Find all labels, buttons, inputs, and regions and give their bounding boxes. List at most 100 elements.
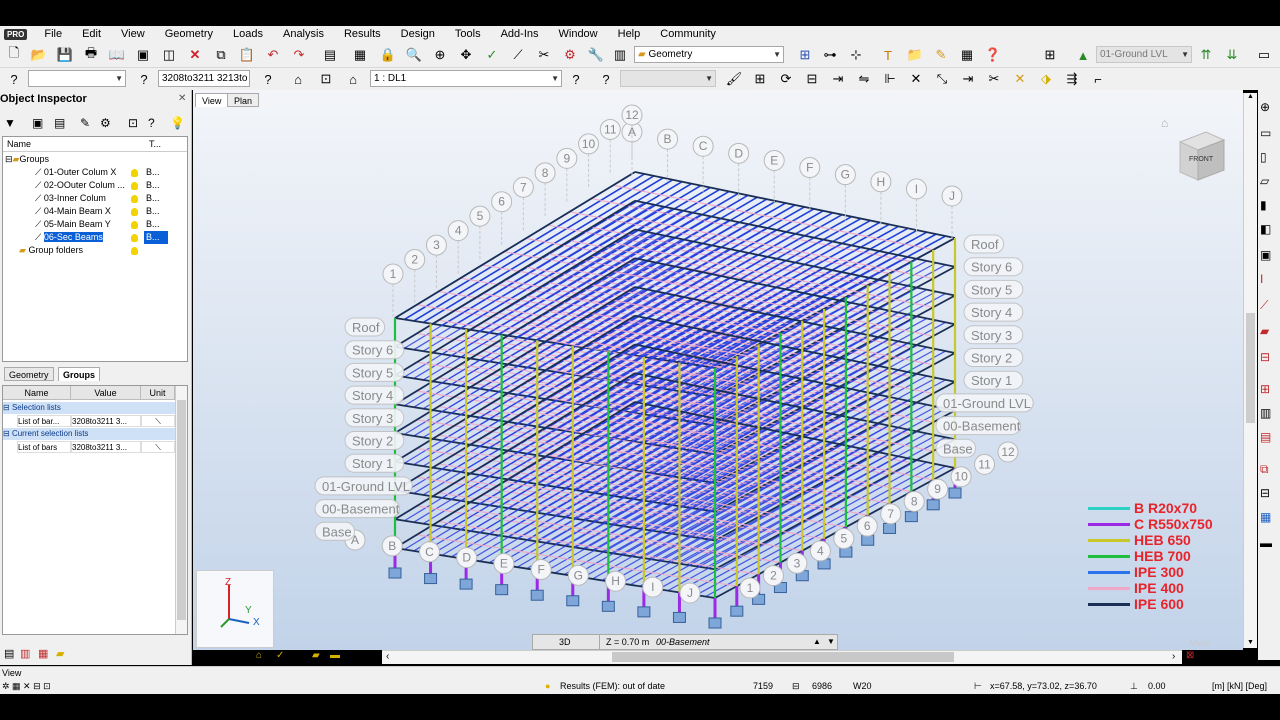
menu-analysis[interactable]: Analysis (274, 26, 335, 42)
section-palette-icon[interactable]: I (1260, 272, 1263, 286)
text-icon[interactable]: T (878, 45, 898, 65)
load-case-edit-icon[interactable]: ? (566, 69, 586, 89)
structure-view-icon[interactable]: ⊞ (795, 45, 815, 65)
query-icon[interactable]: ? (258, 69, 278, 89)
undo-icon[interactable]: ↶ (263, 45, 283, 65)
pan-icon[interactable]: ✥ (456, 45, 476, 65)
open-folder-icon[interactable]: 📂 (29, 45, 49, 65)
tab-groups[interactable]: Groups (58, 367, 101, 381)
node-tool-icon[interactable]: ⊞ (750, 69, 770, 89)
scroll-up-icon[interactable]: ▲ (1247, 93, 1254, 100)
translate-icon[interactable]: ⇥ (828, 69, 848, 89)
notes-icon[interactable]: ▰ (56, 647, 64, 660)
story-up-icon[interactable]: ⇈ (1196, 45, 1216, 65)
capture-icon[interactable]: ◫ (159, 45, 179, 65)
tree-group-item-selected[interactable]: ⟋ 06-Sec Beams (35, 231, 103, 244)
visibility-bulb-icon[interactable] (131, 208, 138, 216)
view-tool-icon[interactable]: ⊞ (366, 650, 374, 661)
menu-geometry[interactable]: Geometry (156, 26, 224, 42)
extend-icon[interactable]: ⇥ (958, 69, 978, 89)
group-folder-icon[interactable]: ▤ (54, 116, 65, 130)
menu-addins[interactable]: Add-Ins (492, 26, 550, 42)
scroll-thumb[interactable] (1246, 313, 1255, 423)
scroll-thumb[interactable] (612, 652, 954, 662)
viewport-vertical-scrollbar[interactable]: ▲ ▼ (1243, 93, 1257, 648)
level-combo[interactable]: 01-Ground LVL ▼ (1096, 46, 1192, 63)
story-icon[interactable]: ▲ (1073, 45, 1093, 65)
new-file-icon[interactable]: 🗋 (4, 45, 24, 65)
support-palette-icon[interactable]: ⊞ (1260, 382, 1270, 396)
menu-edit[interactable]: Edit (73, 26, 112, 42)
section-icon[interactable]: ✂ (534, 45, 554, 65)
zoom-icon[interactable]: 🔍 (404, 45, 424, 65)
paste-icon[interactable]: 📋 (237, 45, 257, 65)
copy-icon[interactable]: ⧉ (211, 45, 231, 65)
view-tool-icon[interactable]: ⌂ (256, 650, 262, 661)
tree-group-item[interactable]: ⟋ 05-Main Beam Y (35, 218, 111, 231)
scroll-thumb[interactable] (177, 400, 186, 620)
node-selection-combo[interactable]: ▼ (28, 70, 126, 87)
node-palette-icon[interactable]: ⊕ (1260, 100, 1270, 114)
home-icon[interactable]: ⌂ (288, 69, 308, 89)
load-pattern-icon[interactable]: ? (596, 69, 616, 89)
bar-list-icon[interactable]: ⟍ (141, 441, 175, 453)
offset-palette-icon[interactable]: ⊟ (1260, 350, 1270, 364)
wall-palette-icon[interactable]: ▣ (1260, 248, 1271, 262)
tab-plan[interactable]: Plan (227, 93, 260, 107)
menu-results[interactable]: Results (335, 26, 392, 42)
edit-group-icon[interactable]: ✎ (80, 116, 90, 130)
props-value-cell[interactable]: 3208to3211 3... (71, 441, 141, 453)
menu-loads[interactable]: Loads (224, 26, 274, 42)
scale-icon[interactable]: ⤡ (932, 69, 952, 89)
bar-select-icon[interactable]: ? (134, 69, 154, 89)
layout-icon[interactable]: ▥ (610, 45, 630, 65)
combination-palette-icon[interactable]: ▤ (1260, 430, 1271, 444)
story-down-icon[interactable]: ⇊ (1222, 45, 1242, 65)
props-value-cell[interactable]: 3208to3211 3... (71, 415, 141, 427)
intersect-icon[interactable]: ✕ (906, 69, 926, 89)
grid-table-icon[interactable]: ▦ (957, 45, 977, 65)
view-tool-icon[interactable]: ✓ (276, 650, 284, 661)
wrench-icon[interactable]: 🔧 (586, 45, 606, 65)
select-icon[interactable]: ✓ (482, 45, 502, 65)
view-tool-icon[interactable]: ▤ (348, 650, 357, 661)
maximize-view-icon[interactable]: ▣ (1226, 650, 1235, 661)
rotate-icon[interactable]: ⟳ (776, 69, 796, 89)
table-edit-icon[interactable]: ▦ (38, 647, 48, 660)
menu-design[interactable]: Design (392, 26, 446, 42)
menu-help[interactable]: Help (609, 26, 652, 42)
menu-window[interactable]: Window (550, 26, 609, 42)
release-palette-icon[interactable]: ⟋ (1260, 298, 1268, 313)
status-units[interactable]: [m] [kN] [Deg] (1212, 681, 1267, 691)
table-icon[interactable]: ▤ (320, 45, 340, 65)
level-up-icon[interactable]: ▲ (813, 635, 821, 649)
layers-icon[interactable]: ▣ (32, 116, 43, 130)
tree-group-item[interactable]: ⟋ 02-OOuter Colum ... (35, 179, 125, 192)
view-tool-icon[interactable]: ⊟ (198, 650, 206, 661)
tree-group-item[interactable]: ⟋ 03-Inner Colum (35, 192, 106, 205)
scroll-right-icon[interactable]: › (1172, 651, 1175, 662)
dimension-icon[interactable]: ⊹ (846, 45, 866, 65)
menu-tools[interactable]: Tools (446, 26, 492, 42)
design-palette-icon[interactable]: ⊟ (1260, 486, 1270, 500)
help-icon[interactable]: ❓ (983, 45, 1003, 65)
split-icon[interactable]: ⊩ (880, 69, 900, 89)
view-tool-icon[interactable]: ▦ (294, 650, 303, 661)
props-section[interactable]: ⊟ Current selection lists (3, 428, 175, 440)
print-icon[interactable]: 🖶 (81, 45, 101, 65)
menu-community[interactable]: Community (651, 26, 727, 42)
collapse-icon[interactable]: ⊟ (5, 154, 13, 164)
3d-viewport[interactable]: A B C D E F G H I J 1 2 3 4 5 6 7 8 9 10 11 12 A B C D E F G H I J 1 2 3 4 5… (193, 90, 1243, 650)
save-icon[interactable]: 💾 (55, 45, 75, 65)
visibility-bulb-icon[interactable] (131, 182, 138, 190)
corner-icon[interactable]: ⌐ (1088, 69, 1108, 89)
trim-icon[interactable]: ✂ (984, 69, 1004, 89)
slab-palette-icon[interactable]: ◧ (1260, 222, 1271, 236)
visibility-bulb-icon[interactable] (131, 169, 138, 177)
redo-icon[interactable]: ↷ (289, 45, 309, 65)
close-icon[interactable]: ✕ (178, 93, 186, 104)
group-settings-icon[interactable]: ⚙ (100, 116, 111, 130)
bar-palette-icon[interactable]: ▭ (1260, 126, 1271, 140)
table-palette-icon[interactable]: ▦ (1260, 510, 1271, 524)
status-tools-icon[interactable]: ✲ ▦ ✕ ⊟ ⊡ (2, 681, 51, 692)
